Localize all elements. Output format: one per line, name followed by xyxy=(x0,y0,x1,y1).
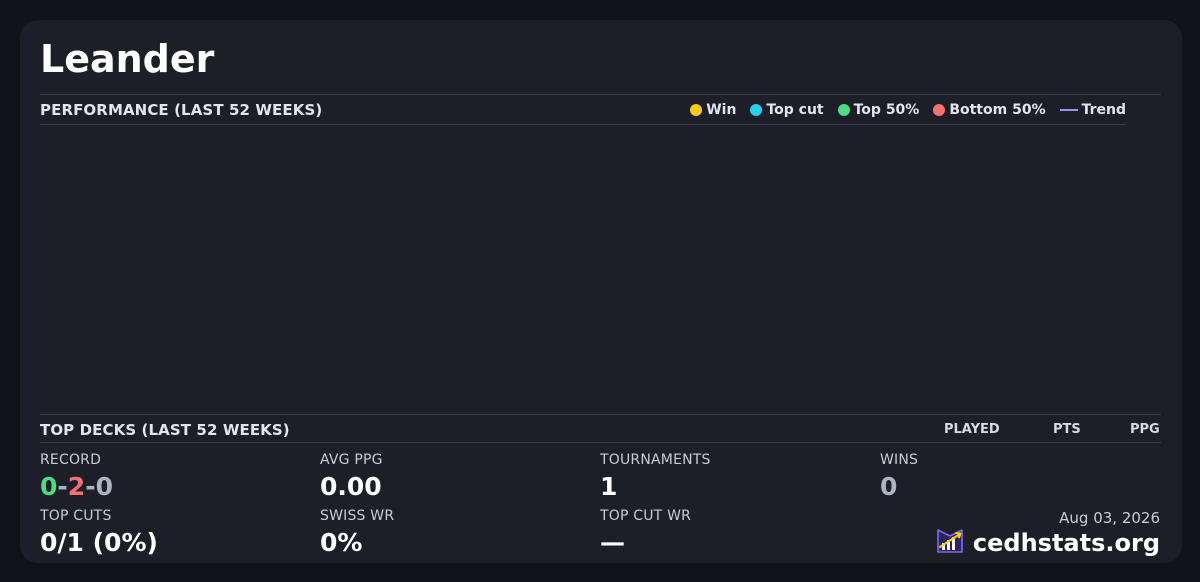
column-header-ppg: PPG xyxy=(1130,422,1160,437)
legend-item-bottom-50: Bottom 50% xyxy=(933,100,1046,120)
record-separator: - xyxy=(57,472,68,501)
stat-label: AVG PPG xyxy=(320,452,383,468)
performance-chart-area xyxy=(40,125,1125,413)
cedhstats-logo-icon xyxy=(935,526,965,560)
swiss-wr-value: 0% xyxy=(320,528,363,557)
avg-ppg-value: 0.00 xyxy=(320,472,382,501)
snapshot-date: Aug 03, 2026 xyxy=(1059,509,1160,527)
legend-item-top-50: Top 50% xyxy=(837,100,920,120)
legend-label: Bottom 50% xyxy=(949,102,1046,118)
bottom-50-dot-icon xyxy=(933,104,946,116)
performance-legend: Win Top cut Top 50% Bottom 50% Trend xyxy=(690,100,1126,120)
top-cut-wr-value: — xyxy=(600,528,625,557)
record-value: 0-2-0 xyxy=(40,471,113,503)
brand-name[interactable]: cedhstats.org xyxy=(973,528,1160,558)
stat-record: RECORD 0-2-0 xyxy=(40,451,113,503)
legend-label: Top 50% xyxy=(853,102,920,118)
stat-swiss-wr: SWISS WR 0% xyxy=(320,507,394,559)
legend-item-trend: Trend xyxy=(1059,100,1126,120)
legend-label: Trend xyxy=(1081,102,1126,118)
wins-value: 0 xyxy=(880,472,898,501)
stat-label: TOURNAMENTS xyxy=(600,452,711,468)
player-card: Leander PERFORMANCE (LAST 52 WEEKS) Win … xyxy=(20,20,1182,563)
stat-top-cut-wr: TOP CUT WR — xyxy=(600,507,691,559)
stat-wins: WINS 0 xyxy=(880,451,918,503)
stat-label: TOP CUTS xyxy=(40,508,112,524)
title-divider xyxy=(40,94,1161,95)
trend-line-icon xyxy=(1059,109,1078,111)
legend-item-win: Win xyxy=(690,100,736,120)
stat-label: WINS xyxy=(880,452,919,468)
record-wins: 0 xyxy=(40,472,58,501)
stat-label: RECORD xyxy=(40,452,102,468)
player-name: Leander xyxy=(40,37,215,81)
performance-title: PERFORMANCE (LAST 52 WEEKS) xyxy=(40,101,323,119)
win-dot-icon xyxy=(690,104,703,116)
top-50-dot-icon xyxy=(837,104,850,116)
column-header-pts: PTS xyxy=(1053,422,1081,437)
stat-top-cuts: TOP CUTS 0/1 (0%) xyxy=(40,507,158,559)
stat-label: TOP CUT WR xyxy=(600,508,692,524)
legend-item-top-cut: Top cut xyxy=(750,100,824,120)
tournaments-value: 1 xyxy=(600,472,618,501)
top-cuts-value: 0/1 (0%) xyxy=(40,528,158,557)
record-separator: - xyxy=(85,472,96,501)
top-decks-title: TOP DECKS (LAST 52 WEEKS) xyxy=(40,421,290,439)
top-decks-divider xyxy=(40,414,1161,415)
record-losses: 2 xyxy=(67,472,86,501)
brand[interactable]: cedhstats.org xyxy=(935,526,1160,560)
stat-tournaments: TOURNAMENTS 1 xyxy=(600,451,711,503)
stat-label: SWISS WR xyxy=(320,508,395,524)
stat-avg-ppg: AVG PPG 0.00 xyxy=(320,451,383,503)
record-draws: 0 xyxy=(95,472,113,501)
legend-label: Win xyxy=(706,102,737,118)
legend-label: Top cut xyxy=(766,102,824,118)
top-decks-header-divider xyxy=(40,442,1161,443)
column-header-played: PLAYED xyxy=(944,422,1000,437)
top-cut-dot-icon xyxy=(750,104,763,116)
